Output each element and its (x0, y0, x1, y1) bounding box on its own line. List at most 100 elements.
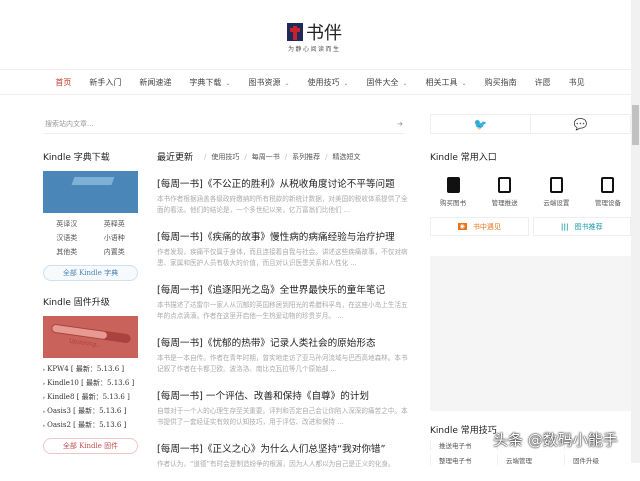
social-bar: 🐦 💬 (430, 114, 631, 134)
dict-link[interactable]: 汉语类 (43, 233, 91, 243)
dict-link[interactable]: 英译汉 (43, 219, 91, 229)
entry-label: 管理推送 (491, 199, 518, 207)
article-item: [每周一书] 一个评估、改善和保持《自尊》的计划自尊对于一个人的心理生存至关重要… (157, 388, 410, 428)
tab-item[interactable]: 精选短文 (332, 152, 360, 162)
nav-label: 书见 (568, 77, 585, 87)
nav-label: 新手入门 (89, 77, 122, 87)
firmware-title: Kindle 固件升级 (43, 298, 110, 308)
nav-item[interactable]: 字典下载 ⌄ (180, 77, 239, 88)
dict-link[interactable]: 其他类 (43, 247, 91, 257)
tip-link[interactable]: 整理电子书 (430, 455, 497, 465)
tab-item[interactable]: 使用技巧 (211, 152, 239, 162)
dict-link[interactable]: 小语种 (91, 233, 139, 243)
nav-item[interactable]: 首页 (46, 77, 80, 88)
right-sidebar: 🐦 💬 Kindle 常用入口 购买图书 管理推送 云端设置 管理设备 ◉ 书中遇见 |… (430, 114, 631, 465)
article-excerpt: 自尊对于一个人的心理生存至关重要。评判和否定自己会让你陷入深深的痛苦之中。本书提… (157, 407, 408, 426)
all-firmware-button[interactable]: 全部 Kindle 固件 (43, 438, 138, 454)
watermark: 头条 @数码小能手 (493, 431, 618, 449)
entry-label: 云端设置 (543, 199, 570, 207)
tab-item[interactable]: 每周一书 (252, 152, 280, 162)
book-meet-label: 书中遇见 (472, 222, 501, 231)
main-nav: 首页 新手入门 新闻速递 字典下载 ⌄ 图书资源 ⌄ 使用技巧 ⌄ 固件大全 ⌄ 相关工具 ⌄ 购买指南许… (0, 70, 640, 95)
tip-link[interactable]: 固件升级 (564, 455, 631, 465)
nav-item[interactable]: 新手入门 (80, 77, 130, 88)
book-icon (446, 177, 460, 193)
eye-icon: ◉ (457, 223, 467, 230)
nav-item[interactable]: 使用技巧 ⌄ (298, 77, 357, 88)
dict-links: 英译汉 英释英 汉语类 小语种 其他类 内置类 (43, 219, 138, 257)
firmware-item[interactable]: Kindle10 [ 最新：5.13.6 ] (43, 378, 138, 388)
site-logo[interactable]: 书伴 (287, 19, 342, 45)
book-recommend-button[interactable]: ||| 图书推荐 (532, 217, 631, 236)
quick-entry[interactable]: 管理推送 (487, 177, 523, 207)
separator: / (204, 152, 207, 161)
chevron-down-icon: ⌄ (343, 79, 349, 87)
article-excerpt: 本书是一本自传。作者在青年时期，曾实地走访了亚马孙河流域与巴西高地森林。本书记叙… (157, 354, 408, 373)
device-icon (601, 177, 615, 193)
article-tabs: 最近更新 / 使用技巧 / 每周一书 / 系列推荐 / 精选短文 (157, 150, 410, 164)
ad-placeholder (430, 256, 631, 411)
firmware-item[interactable]: KPW4 [ 最新：5.13.6 ] (43, 364, 138, 374)
twitter-icon[interactable]: 🐦 (431, 115, 530, 133)
article-excerpt: 作者认为，“道德”有时会是制造纷争的根源，因为人人都以为自己是正义的化身。 (157, 460, 395, 468)
separator: / (325, 152, 328, 161)
chevron-down-icon: ⌄ (402, 79, 408, 87)
arrow-right-icon[interactable]: ➔ (397, 120, 403, 128)
quick-entries: 购买图书 管理推送 云端设置 管理设备 (430, 177, 631, 207)
nav-label: 使用技巧 (307, 77, 340, 87)
quick-entry[interactable]: 云端设置 (538, 177, 574, 207)
left-sidebar: Kindle 字典下载 英译汉 英释英 汉语类 小语种 其他类 内置类 全部 Kindle… (43, 150, 138, 454)
book-recommend-label: 图书推荐 (574, 222, 603, 231)
all-dict-button[interactable]: 全部 Kindle 字典 (43, 265, 138, 281)
entry-title: Kindle 常用入口 (430, 153, 497, 163)
article-title[interactable]: [每周一书]《正义之心》为什么人们总坚持“我对你错” (157, 441, 410, 455)
search-input[interactable]: 搜索站内文章... ➔ (43, 114, 405, 134)
article-excerpt: 本书作者根据涵盖各级政府缴纳的所有税款的新统计数据，对美国的税收体系提供了全面的… (157, 195, 408, 214)
cloud-settings-icon (549, 177, 563, 193)
scrollbar[interactable] (631, 0, 640, 463)
wechat-icon[interactable]: 💬 (530, 115, 630, 133)
tip-link[interactable]: 云端管理 (497, 455, 564, 465)
article-title[interactable]: [每周一书]《疾痛的故事》慢性病的病痛经验与治疗护理 (157, 229, 410, 243)
nav-item[interactable]: 书见 (560, 77, 594, 88)
entry-label: 购买图书 (440, 199, 466, 207)
nav-item[interactable]: 购买指南 (476, 77, 526, 88)
nav-item[interactable]: 许愿 (526, 77, 560, 88)
search-placeholder: 搜索站内文章... (45, 119, 94, 128)
dict-link[interactable]: 英释英 (91, 219, 139, 229)
firmware-item[interactable]: Oasis3 [ 最新：5.13.6 ] (43, 406, 138, 416)
chevron-down-icon: ⌄ (461, 79, 467, 87)
dict-link[interactable]: 内置类 (91, 247, 139, 257)
nav-item[interactable]: 新闻速递 (130, 77, 180, 88)
slogan: 为静心阅读而生 (288, 46, 341, 53)
dict-image[interactable] (43, 171, 138, 213)
brand-name: 书伴 (306, 23, 342, 44)
article-item: [每周一书]《正义之心》为什么人们总坚持“我对你错” 作者认为，“道德”有时会是制… (157, 441, 410, 481)
tab-item[interactable]: 系列推荐 (292, 152, 320, 162)
article-title[interactable]: [每周一书]《不公正的胜利》从税收角度讨论不平等问题 (157, 176, 410, 190)
nav-item[interactable]: 相关工具 ⌄ (417, 77, 476, 88)
firmware-image-text: Updating... (68, 337, 103, 350)
nav-item[interactable]: 固件大全 ⌄ (358, 77, 417, 88)
books-icon: ||| (560, 222, 569, 231)
quick-entry[interactable]: 管理设备 (590, 177, 626, 207)
firmware-item[interactable]: Kindle8 [ 最新：5.13.6 ] (43, 392, 138, 402)
nav-label: 图书资源 (248, 77, 281, 87)
tip-link[interactable]: 推送电子书 (430, 440, 497, 450)
entry-label: 管理设备 (594, 199, 621, 207)
nav-item[interactable]: 图书资源 ⌄ (239, 77, 298, 88)
article-title[interactable]: [每周一书] 一个评估、改善和保持《自尊》的计划 (157, 388, 410, 402)
book-meet-button[interactable]: ◉ 书中遇见 (430, 217, 529, 236)
firmware-image[interactable]: Updating... (43, 316, 138, 358)
article-list: [每周一书]《不公正的胜利》从税收角度讨论不平等问题本书作者根据涵盖各级政府缴纳… (157, 176, 410, 481)
article-title[interactable]: [每周一书]《追逐阳光之岛》全世界最快乐的童年笔记 (157, 282, 410, 296)
article-item: [每周一书]《追逐阳光之岛》全世界最快乐的童年笔记 本书描述了达雷尔一家人从沉郁的… (157, 282, 410, 322)
chevron-down-icon: ⌄ (225, 79, 231, 87)
tab-recent[interactable]: 最近更新 (157, 150, 193, 163)
firmware-item[interactable]: Oasis2 [ 最新：5.13.6 ] (43, 420, 138, 430)
quick-entry[interactable]: 购买图书 (435, 177, 471, 207)
separator: / (244, 152, 247, 161)
article-title[interactable]: [每周一书]《忧郁的热带》记录人类社会的原始形态 (157, 335, 410, 349)
nav-label: 首页 (55, 77, 72, 87)
article-item: [每周一书]《不公正的胜利》从税收角度讨论不平等问题本书作者根据涵盖各级政府缴纳… (157, 176, 410, 216)
